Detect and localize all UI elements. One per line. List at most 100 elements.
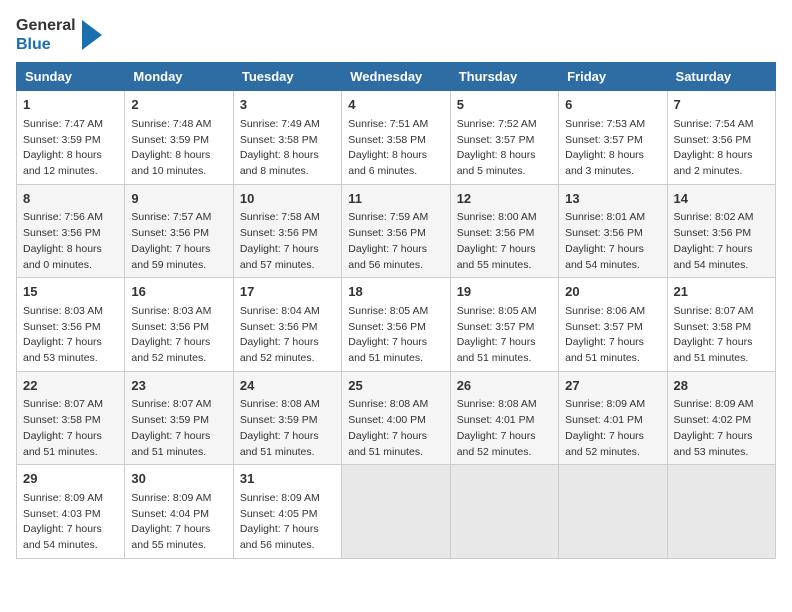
day-info: Sunrise: 8:09 AM Sunset: 4:02 PM Dayligh…	[674, 397, 769, 460]
day-cell: 28Sunrise: 8:09 AM Sunset: 4:02 PM Dayli…	[667, 371, 775, 465]
day-cell: 31Sunrise: 8:09 AM Sunset: 4:05 PM Dayli…	[233, 465, 341, 559]
day-cell: 21Sunrise: 8:07 AM Sunset: 3:58 PM Dayli…	[667, 278, 775, 372]
day-number: 12	[457, 189, 552, 209]
day-cell: 8Sunrise: 7:56 AM Sunset: 3:56 PM Daylig…	[17, 184, 125, 278]
day-cell: 19Sunrise: 8:05 AM Sunset: 3:57 PM Dayli…	[450, 278, 558, 372]
day-number: 31	[240, 469, 335, 489]
day-info: Sunrise: 7:56 AM Sunset: 3:56 PM Dayligh…	[23, 210, 118, 273]
day-cell: 17Sunrise: 8:04 AM Sunset: 3:56 PM Dayli…	[233, 278, 341, 372]
day-number: 14	[674, 189, 769, 209]
day-cell: 11Sunrise: 7:59 AM Sunset: 3:56 PM Dayli…	[342, 184, 450, 278]
day-cell: 10Sunrise: 7:58 AM Sunset: 3:56 PM Dayli…	[233, 184, 341, 278]
day-info: Sunrise: 8:09 AM Sunset: 4:03 PM Dayligh…	[23, 491, 118, 554]
header-monday: Monday	[125, 63, 233, 91]
day-number: 17	[240, 282, 335, 302]
day-cell: 7Sunrise: 7:54 AM Sunset: 3:56 PM Daylig…	[667, 91, 775, 185]
day-info: Sunrise: 8:07 AM Sunset: 3:58 PM Dayligh…	[23, 397, 118, 460]
day-cell: 25Sunrise: 8:08 AM Sunset: 4:00 PM Dayli…	[342, 371, 450, 465]
day-cell: 26Sunrise: 8:08 AM Sunset: 4:01 PM Dayli…	[450, 371, 558, 465]
day-cell: 5Sunrise: 7:52 AM Sunset: 3:57 PM Daylig…	[450, 91, 558, 185]
day-info: Sunrise: 8:05 AM Sunset: 3:57 PM Dayligh…	[457, 304, 552, 367]
day-info: Sunrise: 7:58 AM Sunset: 3:56 PM Dayligh…	[240, 210, 335, 273]
day-cell: 4Sunrise: 7:51 AM Sunset: 3:58 PM Daylig…	[342, 91, 450, 185]
day-cell	[342, 465, 450, 559]
day-number: 2	[131, 95, 226, 115]
day-info: Sunrise: 8:00 AM Sunset: 3:56 PM Dayligh…	[457, 210, 552, 273]
day-info: Sunrise: 8:07 AM Sunset: 3:58 PM Dayligh…	[674, 304, 769, 367]
day-info: Sunrise: 8:08 AM Sunset: 4:01 PM Dayligh…	[457, 397, 552, 460]
day-cell	[667, 465, 775, 559]
logo: General Blue	[16, 16, 102, 54]
day-number: 3	[240, 95, 335, 115]
day-cell	[559, 465, 667, 559]
day-cell	[450, 465, 558, 559]
day-info: Sunrise: 7:53 AM Sunset: 3:57 PM Dayligh…	[565, 117, 660, 180]
calendar-body: 1Sunrise: 7:47 AM Sunset: 3:59 PM Daylig…	[17, 91, 776, 559]
day-info: Sunrise: 7:51 AM Sunset: 3:58 PM Dayligh…	[348, 117, 443, 180]
day-info: Sunrise: 7:57 AM Sunset: 3:56 PM Dayligh…	[131, 210, 226, 273]
day-cell: 9Sunrise: 7:57 AM Sunset: 3:56 PM Daylig…	[125, 184, 233, 278]
day-info: Sunrise: 7:59 AM Sunset: 3:56 PM Dayligh…	[348, 210, 443, 273]
day-number: 8	[23, 189, 118, 209]
header-tuesday: Tuesday	[233, 63, 341, 91]
day-number: 28	[674, 376, 769, 396]
logo-blue: Blue	[16, 35, 76, 54]
day-info: Sunrise: 7:54 AM Sunset: 3:56 PM Dayligh…	[674, 117, 769, 180]
day-info: Sunrise: 8:09 AM Sunset: 4:01 PM Dayligh…	[565, 397, 660, 460]
day-number: 13	[565, 189, 660, 209]
day-cell: 15Sunrise: 8:03 AM Sunset: 3:56 PM Dayli…	[17, 278, 125, 372]
day-cell: 14Sunrise: 8:02 AM Sunset: 3:56 PM Dayli…	[667, 184, 775, 278]
week-row-3: 15Sunrise: 8:03 AM Sunset: 3:56 PM Dayli…	[17, 278, 776, 372]
day-info: Sunrise: 7:47 AM Sunset: 3:59 PM Dayligh…	[23, 117, 118, 180]
week-row-5: 29Sunrise: 8:09 AM Sunset: 4:03 PM Dayli…	[17, 465, 776, 559]
day-info: Sunrise: 8:05 AM Sunset: 3:56 PM Dayligh…	[348, 304, 443, 367]
day-number: 16	[131, 282, 226, 302]
week-row-4: 22Sunrise: 8:07 AM Sunset: 3:58 PM Dayli…	[17, 371, 776, 465]
day-cell: 23Sunrise: 8:07 AM Sunset: 3:59 PM Dayli…	[125, 371, 233, 465]
day-info: Sunrise: 7:49 AM Sunset: 3:58 PM Dayligh…	[240, 117, 335, 180]
calendar-header: SundayMondayTuesdayWednesdayThursdayFrid…	[17, 63, 776, 91]
day-number: 29	[23, 469, 118, 489]
day-cell: 29Sunrise: 8:09 AM Sunset: 4:03 PM Dayli…	[17, 465, 125, 559]
day-number: 6	[565, 95, 660, 115]
day-number: 9	[131, 189, 226, 209]
header: General Blue	[16, 16, 776, 54]
day-cell: 3Sunrise: 7:49 AM Sunset: 3:58 PM Daylig…	[233, 91, 341, 185]
day-number: 30	[131, 469, 226, 489]
logo-arrow-icon	[82, 20, 102, 50]
week-row-2: 8Sunrise: 7:56 AM Sunset: 3:56 PM Daylig…	[17, 184, 776, 278]
day-number: 20	[565, 282, 660, 302]
day-number: 15	[23, 282, 118, 302]
day-number: 18	[348, 282, 443, 302]
day-info: Sunrise: 8:02 AM Sunset: 3:56 PM Dayligh…	[674, 210, 769, 273]
day-info: Sunrise: 8:09 AM Sunset: 4:05 PM Dayligh…	[240, 491, 335, 554]
calendar-table: SundayMondayTuesdayWednesdayThursdayFrid…	[16, 62, 776, 559]
header-saturday: Saturday	[667, 63, 775, 91]
day-cell: 18Sunrise: 8:05 AM Sunset: 3:56 PM Dayli…	[342, 278, 450, 372]
day-cell: 16Sunrise: 8:03 AM Sunset: 3:56 PM Dayli…	[125, 278, 233, 372]
day-info: Sunrise: 8:06 AM Sunset: 3:57 PM Dayligh…	[565, 304, 660, 367]
day-cell: 22Sunrise: 8:07 AM Sunset: 3:58 PM Dayli…	[17, 371, 125, 465]
day-cell: 1Sunrise: 7:47 AM Sunset: 3:59 PM Daylig…	[17, 91, 125, 185]
day-cell: 2Sunrise: 7:48 AM Sunset: 3:59 PM Daylig…	[125, 91, 233, 185]
day-info: Sunrise: 8:04 AM Sunset: 3:56 PM Dayligh…	[240, 304, 335, 367]
day-cell: 12Sunrise: 8:00 AM Sunset: 3:56 PM Dayli…	[450, 184, 558, 278]
day-info: Sunrise: 8:08 AM Sunset: 4:00 PM Dayligh…	[348, 397, 443, 460]
day-info: Sunrise: 8:08 AM Sunset: 3:59 PM Dayligh…	[240, 397, 335, 460]
day-info: Sunrise: 7:48 AM Sunset: 3:59 PM Dayligh…	[131, 117, 226, 180]
week-row-1: 1Sunrise: 7:47 AM Sunset: 3:59 PM Daylig…	[17, 91, 776, 185]
day-info: Sunrise: 8:01 AM Sunset: 3:56 PM Dayligh…	[565, 210, 660, 273]
day-number: 27	[565, 376, 660, 396]
day-cell: 30Sunrise: 8:09 AM Sunset: 4:04 PM Dayli…	[125, 465, 233, 559]
day-cell: 24Sunrise: 8:08 AM Sunset: 3:59 PM Dayli…	[233, 371, 341, 465]
day-info: Sunrise: 8:07 AM Sunset: 3:59 PM Dayligh…	[131, 397, 226, 460]
header-thursday: Thursday	[450, 63, 558, 91]
day-number: 5	[457, 95, 552, 115]
day-number: 25	[348, 376, 443, 396]
day-info: Sunrise: 7:52 AM Sunset: 3:57 PM Dayligh…	[457, 117, 552, 180]
day-cell: 13Sunrise: 8:01 AM Sunset: 3:56 PM Dayli…	[559, 184, 667, 278]
day-number: 23	[131, 376, 226, 396]
header-wednesday: Wednesday	[342, 63, 450, 91]
day-number: 10	[240, 189, 335, 209]
day-number: 24	[240, 376, 335, 396]
